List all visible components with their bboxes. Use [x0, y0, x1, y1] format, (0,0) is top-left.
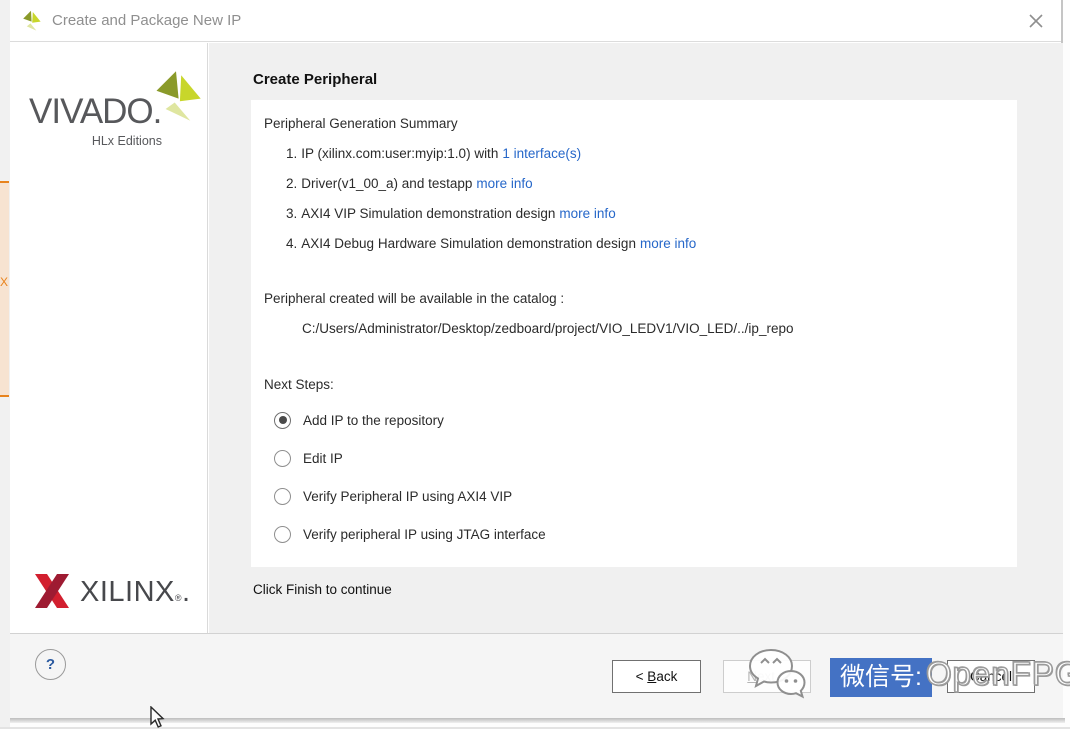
- radio-button-icon[interactable]: [274, 525, 291, 543]
- next-button[interactable]: Next >: [723, 660, 811, 693]
- radio-label: Add IP to the repository: [303, 412, 444, 428]
- cancel-button[interactable]: Cancel: [947, 660, 1035, 693]
- radio-verify-jtag[interactable]: Verify peripheral IP using JTAG interfac…: [274, 524, 999, 544]
- help-button[interactable]: ?: [35, 649, 66, 680]
- close-icon[interactable]: [1027, 12, 1045, 30]
- radio-button-icon[interactable]: [274, 411, 291, 429]
- mouse-cursor: [149, 705, 166, 729]
- radio-edit-ip[interactable]: Edit IP: [274, 448, 999, 468]
- button-bar: ? < Back Next > Finish Cancel 微信号: OpenF…: [10, 633, 1070, 718]
- summary-card: Peripheral Generation Summary 1. IP (xili…: [251, 100, 1017, 567]
- radio-label: Verify peripheral IP using JTAG interfac…: [303, 526, 546, 542]
- debug-hw-more-info-link[interactable]: more info: [640, 236, 696, 251]
- window-bottom-edge: [10, 718, 1065, 723]
- summary-item-4: 4. AXI4 Debug Hardware Simulation demonst…: [286, 236, 697, 251]
- vivado-logo-icon: [19, 9, 43, 33]
- main-content: Create Peripheral Peripheral Generation …: [209, 43, 1063, 633]
- screen: XI Create and Package New IP: [0, 0, 1070, 729]
- summary-item-2: 2. Driver(v1_00_a) and testapp more info: [286, 176, 533, 191]
- back-button[interactable]: < Back: [612, 660, 701, 693]
- radio-label: Edit IP: [303, 450, 343, 466]
- background-window-sliver: XI: [0, 181, 9, 397]
- titlebar[interactable]: Create and Package New IP: [10, 0, 1061, 42]
- branding-panel: VIVADO. HLx Editions XILINX®.: [10, 43, 208, 633]
- question-icon: ?: [45, 656, 56, 673]
- vip-sim-more-info-link[interactable]: more info: [559, 206, 615, 221]
- radio-verify-axi4-vip[interactable]: Verify Peripheral IP using AXI4 VIP: [274, 486, 999, 506]
- catalog-label: Peripheral created will be available in …: [264, 291, 565, 306]
- radio-add-ip-to-repository[interactable]: Add IP to the repository: [274, 410, 999, 430]
- radio-button-icon[interactable]: [274, 487, 291, 505]
- create-and-package-new-ip-dialog: Create and Package New IP VIVADO. HLx Ed…: [10, 0, 1070, 718]
- summary-item-3: 3. AXI4 VIP Simulation demonstration desi…: [286, 206, 616, 221]
- interfaces-link[interactable]: 1 interface(s): [502, 146, 581, 161]
- vivado-pinwheel-icon: [150, 70, 202, 127]
- radio-label: Verify Peripheral IP using AXI4 VIP: [303, 488, 513, 504]
- summary-item-1: 1. IP (xilinx.com:user:myip:1.0) with 1 in…: [286, 146, 582, 161]
- window-title: Create and Package New IP: [52, 12, 242, 29]
- next-steps-label: Next Steps:: [264, 377, 334, 392]
- vivado-subtitle: HLx Editions: [91, 134, 162, 148]
- xilinx-wordmark: XILINX®.: [80, 576, 191, 608]
- driver-more-info-link[interactable]: more info: [476, 176, 532, 191]
- summary-title: Peripheral Generation Summary: [264, 116, 458, 131]
- finish-hint: Click Finish to continue: [253, 582, 392, 597]
- finish-button[interactable]: Finish: [834, 660, 922, 693]
- xilinx-x-icon: [32, 574, 72, 616]
- peek-text-fragment: XI: [0, 275, 9, 289]
- radio-button-icon[interactable]: [274, 449, 291, 467]
- vivado-wordmark: VIVADO.: [29, 92, 162, 131]
- vivado-logo: VIVADO. HLx Editions: [10, 58, 208, 178]
- page-title: Create Peripheral: [253, 71, 378, 88]
- xilinx-logo: XILINX®.: [32, 570, 202, 618]
- catalog-path: C:/Users/Administrator/Desktop/zedboard/…: [302, 321, 794, 336]
